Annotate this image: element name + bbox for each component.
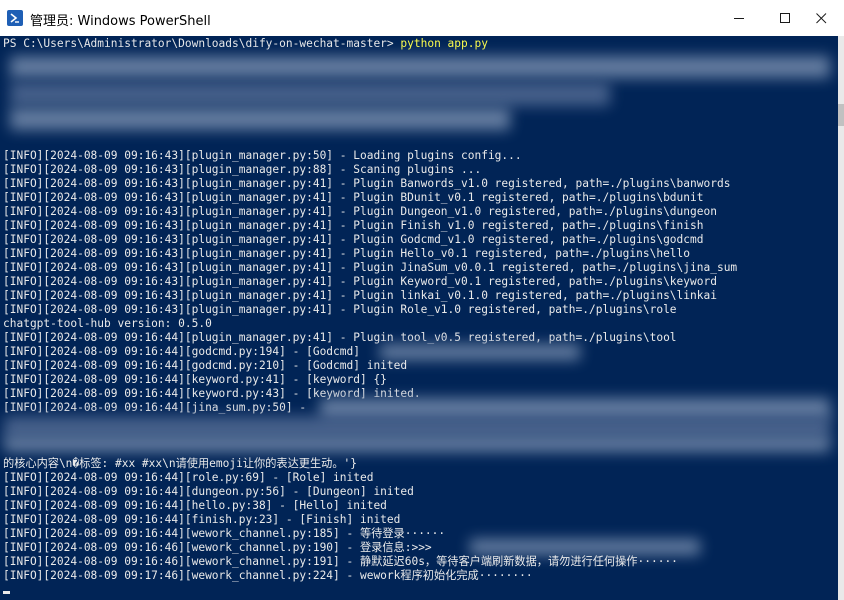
log-line: [INFO][2024-08-09 09:16:44][dungeon.py:5…	[3, 485, 414, 498]
scrollbar-thumb[interactable]	[838, 104, 844, 126]
redacted-block	[4, 436, 830, 452]
redacted-block	[470, 539, 700, 555]
log-line: [INFO][2024-08-09 09:16:43][plugin_manag…	[3, 275, 717, 288]
log-line: [INFO][2024-08-09 09:16:43][plugin_manag…	[3, 261, 738, 274]
prompt-path: PS C:\Users\Administrator\Downloads\dify…	[3, 37, 401, 50]
redacted-block	[380, 344, 580, 360]
minimize-button[interactable]	[716, 0, 762, 36]
vertical-scrollbar[interactable]	[838, 36, 844, 600]
log-line: [INFO][2024-08-09 09:16:43][plugin_manag…	[3, 149, 522, 162]
minimize-icon	[733, 17, 744, 19]
log-line: [INFO][2024-08-09 09:16:43][plugin_manag…	[3, 219, 704, 232]
log-line: chatgpt-tool-hub version: 0.5.0	[3, 317, 212, 330]
log-line: [INFO][2024-08-09 09:16:44][godcmd.py:21…	[3, 359, 408, 372]
log-line: [INFO][2024-08-09 09:17:46][wework_chann…	[3, 569, 533, 582]
log-line: [INFO][2024-08-09 09:16:44][keyword.py:4…	[3, 373, 387, 386]
powershell-window: 管理员: Windows PowerShell PS C:\Users\Admi…	[0, 0, 844, 600]
redacted-block	[10, 56, 830, 78]
log-line: [INFO][2024-08-09 09:16:43][plugin_manag…	[3, 177, 731, 190]
close-button[interactable]	[798, 0, 844, 36]
log-line: [INFO][2024-08-09 09:16:43][plugin_manag…	[3, 163, 482, 176]
log-line: [INFO][2024-08-09 09:16:44][hello.py:38]…	[3, 499, 387, 512]
redacted-block	[10, 108, 510, 130]
powershell-icon	[7, 10, 23, 26]
log-line: [INFO][2024-08-09 09:16:46][wework_chann…	[3, 555, 678, 568]
log-line: [INFO][2024-08-09 09:16:44][finish.py:23…	[3, 513, 401, 526]
log-line: [INFO][2024-08-09 09:16:44][godcmd.py:19…	[3, 345, 360, 358]
log-line: [INFO][2024-08-09 09:16:44][role.py:69] …	[3, 471, 374, 484]
title-bar[interactable]: 管理员: Windows PowerShell	[0, 0, 844, 37]
text-cursor	[3, 591, 10, 594]
redacted-block	[4, 416, 830, 438]
log-line: [INFO][2024-08-09 09:16:44][jina_sum.py:…	[3, 401, 313, 414]
log-line: [INFO][2024-08-09 09:16:43][plugin_manag…	[3, 233, 704, 246]
log-line: [INFO][2024-08-09 09:16:46][wework_chann…	[3, 541, 432, 554]
log-line: [INFO][2024-08-09 09:16:44][wework_chann…	[3, 527, 446, 540]
maximize-icon	[779, 12, 790, 23]
window-title: 管理员: Windows PowerShell	[30, 14, 211, 29]
log-line: [INFO][2024-08-09 09:16:43][plugin_manag…	[3, 289, 717, 302]
log-line: [INFO][2024-08-09 09:16:43][plugin_manag…	[3, 191, 704, 204]
log-line: 的核心内容\n�标签: #xx #xx\n请使用emoji让你的表达更生动。'}	[3, 457, 358, 470]
log-line: [INFO][2024-08-09 09:16:43][plugin_manag…	[3, 247, 691, 260]
log-line: [INFO][2024-08-09 09:16:43][plugin_manag…	[3, 205, 717, 218]
prompt-command: python app.py	[400, 37, 488, 50]
log-line: [INFO][2024-08-09 09:16:44][plugin_manag…	[3, 331, 677, 344]
close-icon	[815, 12, 826, 23]
prompt-line: PS C:\Users\Administrator\Downloads\dify…	[3, 37, 488, 51]
console-output[interactable]: PS C:\Users\Administrator\Downloads\dify…	[0, 36, 838, 600]
redacted-block	[10, 82, 610, 106]
log-line: [INFO][2024-08-09 09:16:43][plugin_manag…	[3, 303, 677, 316]
